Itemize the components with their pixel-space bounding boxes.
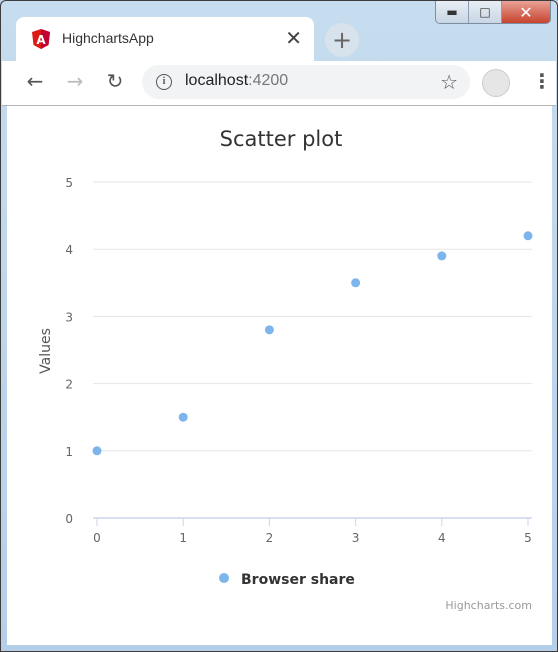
minimize-button[interactable]: ▬ [436,1,469,23]
tab-title: HighchartsApp [62,30,154,46]
browser-window: ▬ □ ✕ A HighchartsApp ✕ + ← → ↻ i localh… [0,0,558,652]
chart-title: Scatter plot [220,127,343,151]
url-port: :4200 [248,72,289,89]
back-arrow-icon[interactable]: ← [22,69,48,93]
x-tick-label: 2 [266,531,274,545]
browser-tab[interactable]: A HighchartsApp ✕ [16,17,314,61]
close-window-button[interactable]: ✕ [502,1,550,23]
y-tick-label: 3 [65,310,73,324]
data-point[interactable] [437,251,447,261]
data-point[interactable] [523,231,533,241]
x-tick-label: 3 [352,531,360,545]
y-tick-label: 1 [65,445,73,459]
gridlines [93,181,532,526]
tab-close-icon[interactable]: ✕ [285,26,302,50]
angular-icon: A [32,29,50,49]
maximize-button[interactable]: □ [469,1,502,23]
legend-item-browser-share[interactable]: Browser share [241,572,355,588]
menu-dots-icon[interactable]: ⋮ [532,69,552,93]
profile-avatar[interactable] [482,69,510,97]
svg-text:A: A [36,33,46,47]
page-content: Scatter plot 0 1 2 3 4 5 0 1 2 3 4 5 Values Browse… [7,106,552,645]
x-tick-label: 4 [438,531,446,545]
x-tick-labels: 0 1 2 3 4 5 [93,531,532,545]
data-point[interactable] [351,278,361,288]
url-host: localhost [185,72,249,89]
y-tick-label: 0 [65,512,73,526]
scatter-points [92,231,533,456]
x-tick-label: 0 [93,531,101,545]
y-tick-label: 5 [65,176,73,190]
window-controls: ▬ □ ✕ [435,1,551,24]
reload-icon[interactable]: ↻ [102,69,128,93]
new-tab-button[interactable]: + [325,23,359,57]
y-axis-label: Values [38,328,54,374]
y-tick-labels: 0 1 2 3 4 5 [65,176,73,526]
url-text[interactable]: localhost:4200 [185,72,288,90]
legend-marker [219,573,229,583]
y-tick-label: 2 [65,378,73,392]
credits-link[interactable]: Highcharts.com [445,599,532,612]
data-point[interactable] [264,325,274,335]
data-point[interactable] [92,446,102,456]
browser-toolbar: ← → ↻ i localhost:4200 ☆ ⋮ [2,61,556,106]
address-bar[interactable]: i localhost:4200 ☆ [142,65,470,99]
x-tick-label: 5 [524,531,532,545]
info-icon[interactable]: i [156,74,172,90]
data-point[interactable] [178,412,188,422]
forward-arrow-icon[interactable]: → [62,69,88,93]
y-tick-label: 4 [65,243,73,257]
scatter-chart: Scatter plot 0 1 2 3 4 5 0 1 2 3 4 5 Values Browse… [38,127,533,612]
bookmark-star-icon[interactable]: ☆ [440,70,458,94]
x-tick-label: 1 [179,531,187,545]
legend[interactable]: Browser share [219,572,355,588]
